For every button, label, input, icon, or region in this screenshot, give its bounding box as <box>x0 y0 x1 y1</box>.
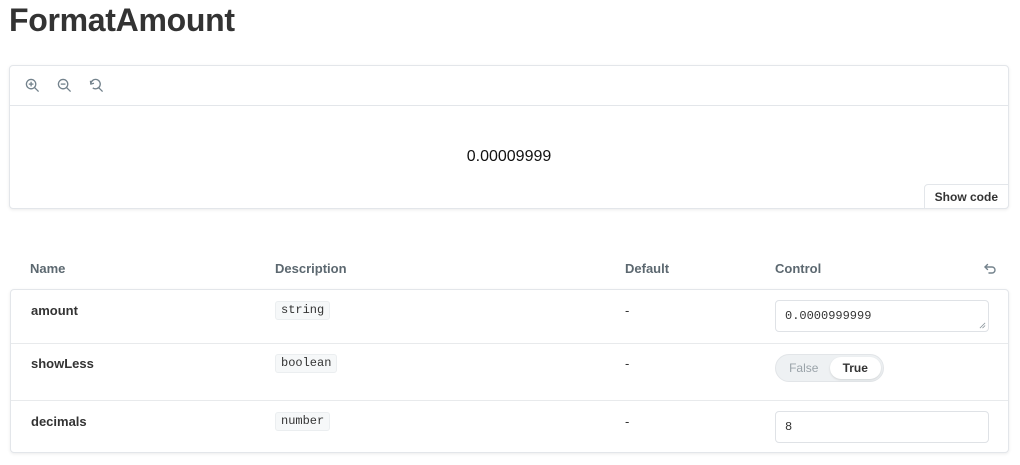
story-canvas: 0.00009999 Show code <box>9 65 1009 209</box>
amount-input-value: 0.0000999999 <box>785 309 872 323</box>
amount-input[interactable]: 0.0000999999 <box>775 300 989 332</box>
header-default: Default <box>625 261 670 276</box>
toggle-true-option[interactable]: True <box>829 357 881 379</box>
table-row: showLess boolean - False True <box>11 343 1008 400</box>
arg-default: - <box>625 414 630 429</box>
zoom-in-icon[interactable] <box>22 76 42 96</box>
decimals-input[interactable]: 8 <box>775 411 989 443</box>
args-table: amount string - 0.0000999999 showLess bo… <box>10 289 1009 453</box>
type-badge: number <box>275 412 331 431</box>
reset-controls-icon[interactable] <box>981 260 997 276</box>
resize-handle-icon[interactable] <box>979 322 986 329</box>
decimals-input-value: 8 <box>785 420 793 434</box>
header-control: Control <box>775 261 822 276</box>
table-row: decimals number - 8 <box>11 400 1008 452</box>
preview-area: 0.00009999 Show code <box>10 106 1009 209</box>
formatted-amount: 0.00009999 <box>466 148 552 165</box>
reset-zoom-icon[interactable] <box>86 76 106 96</box>
type-badge: string <box>275 301 331 320</box>
arg-name: showLess <box>31 356 94 371</box>
arg-name: decimals <box>31 414 87 429</box>
header-description: Description <box>275 261 347 276</box>
show-less-toggle[interactable]: False True <box>775 354 884 382</box>
args-table-header: Name Description Default Control <box>10 252 1009 286</box>
show-code-button[interactable]: Show code <box>923 184 1009 209</box>
arg-name: amount <box>31 303 78 318</box>
header-name: Name <box>30 261 66 276</box>
zoom-out-icon[interactable] <box>54 76 74 96</box>
type-badge: boolean <box>275 354 338 373</box>
arg-default: - <box>625 303 630 318</box>
toggle-false-option[interactable]: False <box>778 357 830 379</box>
arg-default: - <box>625 356 630 371</box>
canvas-toolbar <box>10 66 1008 106</box>
table-row: amount string - 0.0000999999 <box>11 290 1008 343</box>
page-title: FormatAmount <box>9 2 235 38</box>
